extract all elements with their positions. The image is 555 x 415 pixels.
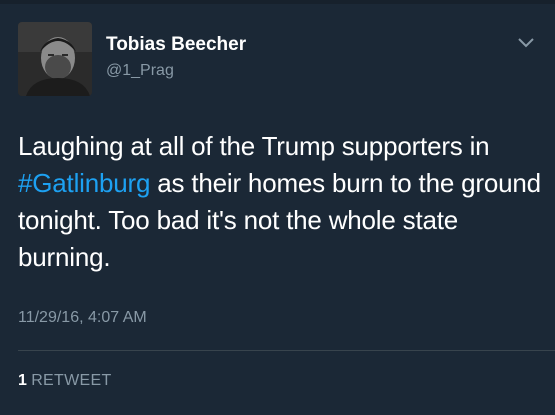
tweet-text: Laughing at all of the Trump supporters … xyxy=(18,128,546,276)
tweet-card: Tobias Beecher @1_Prag Laughing at all o… xyxy=(0,0,555,415)
retweet-count: 1 xyxy=(18,372,28,389)
profile-photo-icon xyxy=(18,22,92,96)
retweet-stats[interactable]: 1 RETWEET xyxy=(18,372,112,390)
user-handle[interactable]: @1_Prag xyxy=(106,62,174,80)
avatar[interactable] xyxy=(18,22,92,96)
chevron-down-icon[interactable] xyxy=(516,36,536,50)
hashtag-link[interactable]: #Gatlinburg xyxy=(18,168,150,198)
tweet-text-part: Laughing at all of the Trump supporters … xyxy=(18,131,490,161)
display-name[interactable]: Tobias Beecher xyxy=(106,34,246,56)
tweet-timestamp[interactable]: 11/29/16, 4:07 AM xyxy=(18,309,147,327)
retweet-label: RETWEET xyxy=(31,372,112,389)
divider xyxy=(18,350,555,351)
top-divider xyxy=(0,0,555,4)
